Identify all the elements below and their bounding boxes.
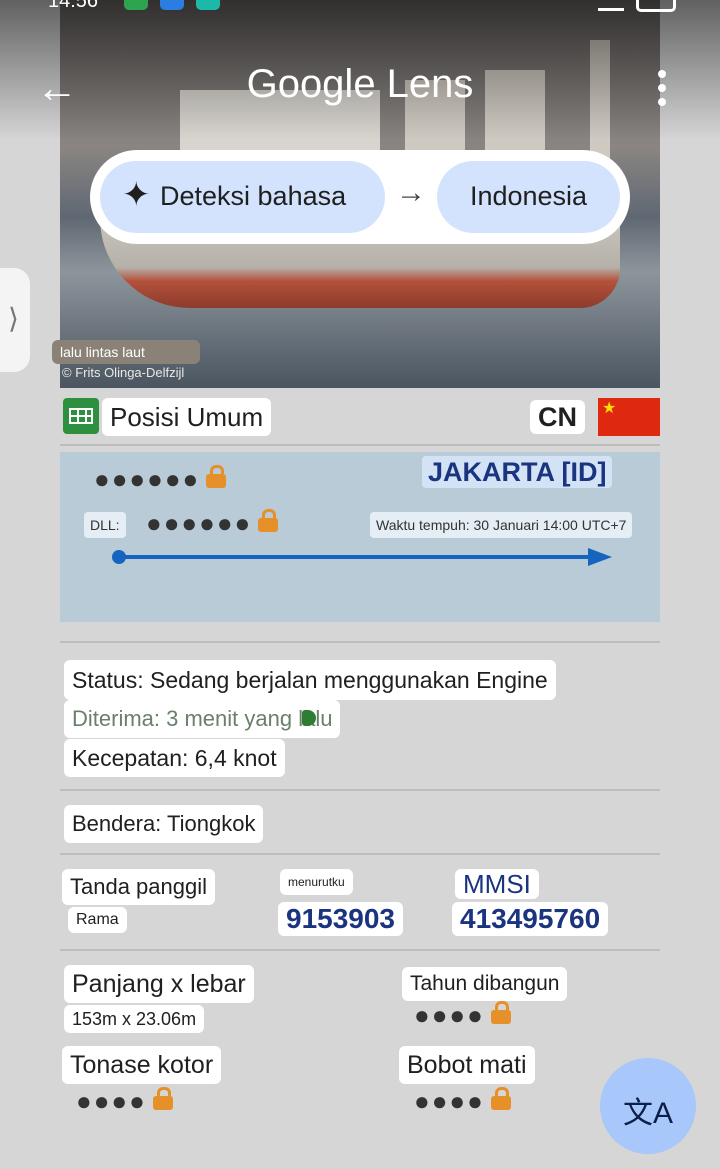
voyage-status: Status: Sedang berjalan menggunakan Engi… — [64, 660, 556, 700]
translate-bar: ✦ Deteksi bahasa → Indonesia — [90, 150, 630, 244]
notification-icon — [160, 0, 184, 10]
lock-icon — [206, 465, 227, 488]
notification-icon — [196, 0, 220, 10]
size-label: Panjang x lebar — [64, 965, 254, 1003]
china-flag-icon: ★ — [598, 398, 660, 436]
divider — [60, 444, 660, 446]
built-year-hidden: ●●●● — [414, 1000, 511, 1031]
deadweight-hidden: ●●●● — [414, 1086, 511, 1117]
hidden-value: ●●●●●● — [146, 508, 253, 538]
lock-icon — [490, 1001, 511, 1024]
mmsi-value: 413495760 — [452, 902, 609, 936]
hidden-value: ●●●● — [414, 1000, 485, 1030]
divider — [60, 949, 660, 951]
sparkle-icon: ✦ — [122, 176, 151, 214]
country-code: CN — [530, 400, 585, 434]
callsign-label: Tanda panggil — [62, 869, 216, 905]
hidden-value: ●●●●●● — [94, 464, 201, 494]
source-language-chip[interactable]: ✦ Deteksi bahasa — [100, 161, 385, 233]
back-arrow-icon[interactable]: ← — [36, 66, 78, 110]
gross-tonnage-label: Tonase kotor — [62, 1046, 222, 1084]
divider — [60, 641, 660, 643]
route-arrow-icon — [588, 548, 612, 566]
lock-icon — [258, 509, 279, 532]
signal-icon — [598, 0, 624, 11]
grid-app-icon — [63, 398, 99, 434]
target-language-label: Indonesia — [469, 181, 588, 211]
route-panel: JAKARTA [ID] ●●●●●● DLL: ●●●●●● Waktu te… — [60, 452, 660, 622]
callsign-value: Rama — [68, 907, 127, 933]
photo-credit: © Frits Olinga-Delfzijl — [62, 365, 185, 380]
received-time: Diterima: 3 menit yang lalu — [64, 700, 341, 738]
translate-fab[interactable]: 文A — [600, 1058, 696, 1154]
more-options-icon[interactable] — [652, 68, 676, 108]
status-time: 14:56 — [48, 0, 99, 12]
origin-hidden: ●●●●●● — [94, 464, 227, 495]
destination-label: JAKARTA [ID] — [422, 456, 613, 488]
divider — [60, 853, 660, 855]
divider — [60, 789, 660, 791]
battery-icon — [636, 0, 676, 12]
imo-label: menurutku — [280, 869, 353, 895]
deadweight-label: Bobot mati — [399, 1046, 535, 1084]
gross-tonnage-hidden: ●●●● — [76, 1086, 173, 1117]
hidden-value: ●●●● — [414, 1086, 485, 1116]
target-language-chip[interactable]: Indonesia — [437, 161, 620, 233]
imo-value: 9153903 — [278, 902, 404, 936]
lock-icon — [490, 1087, 511, 1110]
source-language-label: Deteksi bahasa — [160, 181, 347, 211]
lock-icon — [152, 1087, 173, 1110]
speed-value: Kecepatan: 6,4 knot — [64, 739, 285, 777]
eta-label: Waktu tempuh: 30 Januari 14:00 UTC+7 — [370, 512, 633, 538]
photo-caption: lalu lintas laut — [52, 340, 200, 364]
dll-label: DLL: — [84, 512, 126, 538]
chevron-right-icon: ⟩ — [8, 303, 19, 334]
mmsi-label: MMSI — [455, 869, 539, 899]
status-bar: 14:56 — [0, 0, 720, 14]
flag-country: Bendera: Tiongkok — [64, 805, 264, 843]
app-title: Google Lens — [246, 62, 474, 106]
translate-icon: 文A — [622, 1097, 673, 1130]
notification-icon — [124, 0, 148, 10]
route-line — [122, 555, 590, 559]
arrow-right-icon: → — [396, 176, 426, 209]
dll-hidden: ●●●●●● — [146, 508, 279, 539]
size-value: 153m x 23.06m — [64, 1005, 205, 1033]
position-title: Posisi Umum — [102, 398, 272, 436]
built-year-label: Tahun dibangun — [402, 967, 568, 1001]
hidden-value: ●●●● — [76, 1086, 147, 1116]
side-panel-handle[interactable]: ⟩ — [0, 268, 30, 372]
